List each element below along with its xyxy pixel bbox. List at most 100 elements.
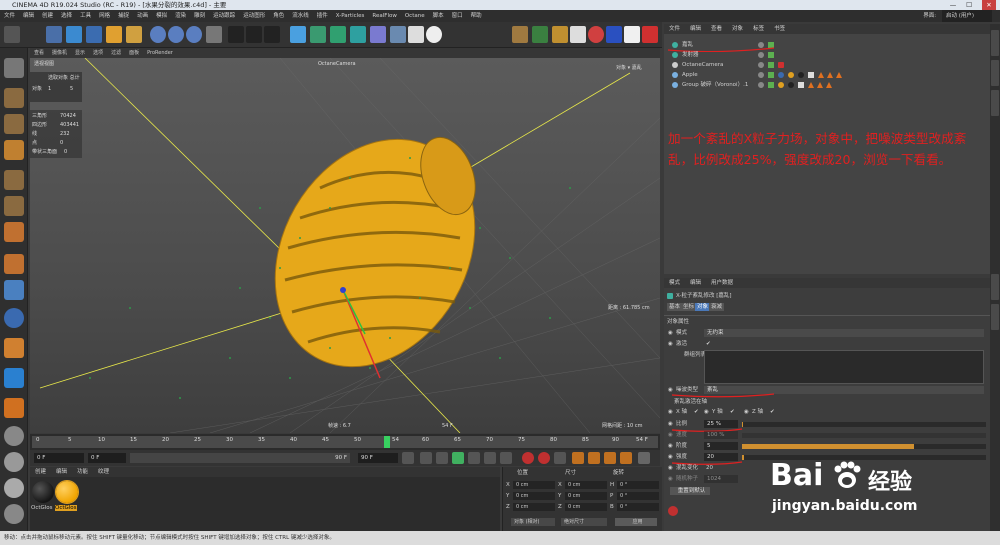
viewport-menu-item[interactable]: 查看: [30, 48, 48, 58]
menu-item[interactable]: 脚本: [429, 10, 448, 22]
param-radio-icon[interactable]: ◉: [668, 329, 673, 337]
viewport-icon[interactable]: [624, 26, 640, 43]
cloner-icon[interactable]: [350, 26, 366, 43]
menu-item[interactable]: 插件: [313, 10, 332, 22]
record-key-icon[interactable]: [522, 452, 534, 464]
pen-icon[interactable]: [310, 26, 326, 43]
param-radio-icon[interactable]: ◉: [668, 442, 673, 450]
menu-item[interactable]: 帮助: [467, 10, 486, 22]
workplane-icon[interactable]: [4, 140, 24, 160]
axis-y-checkbox[interactable]: ✔: [730, 408, 735, 416]
checker-tag-icon[interactable]: [798, 82, 804, 88]
tag-icon[interactable]: [778, 72, 784, 78]
param-radio-icon[interactable]: ◉: [668, 340, 673, 348]
record-icon[interactable]: [642, 26, 658, 43]
tab-basic[interactable]: 基本: [667, 303, 683, 311]
cube-icon[interactable]: [290, 26, 306, 43]
param-radio-icon[interactable]: ◉: [668, 475, 673, 483]
scale-icon[interactable]: [86, 26, 102, 43]
make-editable-icon[interactable]: [4, 58, 24, 78]
material-menu-item[interactable]: 纹理: [93, 467, 114, 477]
viewport-menu-item[interactable]: 面板: [125, 48, 143, 58]
object-menu-item[interactable]: 对象: [727, 24, 748, 34]
solo-icon[interactable]: [4, 398, 24, 418]
menu-item[interactable]: 运动图形: [239, 10, 269, 22]
menu-item[interactable]: 渲染: [171, 10, 190, 22]
param-radio-icon[interactable]: ◉: [668, 431, 673, 439]
object-menu-item[interactable]: 标签: [748, 24, 769, 34]
apply-button[interactable]: 应用: [615, 518, 657, 526]
param-key-icon[interactable]: [620, 452, 632, 464]
pos-x-field[interactable]: 0 cm: [513, 481, 555, 489]
viewport[interactable]: 透视视图 OctaneCamera 对象 ▾ 嘉乱 选取对象 总计 对象 1 5…: [30, 58, 660, 433]
sphere-icon[interactable]: [4, 504, 24, 524]
timeline-menu-icon[interactable]: [638, 452, 650, 464]
z-axis-icon[interactable]: [186, 26, 202, 43]
pos-y-field[interactable]: 0 cm: [513, 492, 555, 500]
selection-tag-icon[interactable]: [826, 82, 832, 88]
object-row[interactable]: Group 破碎（Voronoi）.1: [666, 80, 988, 90]
material-tag-icon[interactable]: [778, 82, 784, 88]
current-frame-field[interactable]: 0 F: [88, 453, 126, 463]
key-selection-icon[interactable]: [554, 452, 566, 464]
texture-mode-icon[interactable]: [4, 114, 24, 134]
menu-item[interactable]: 工具: [76, 10, 95, 22]
attribute-menu-item[interactable]: 用户数据: [706, 278, 738, 288]
camera-icon[interactable]: [408, 26, 424, 43]
rot-key-icon[interactable]: [604, 452, 616, 464]
dock-tab[interactable]: [991, 304, 999, 330]
next-key-icon[interactable]: [484, 452, 496, 464]
end-frame-slider[interactable]: 90 F: [130, 453, 350, 463]
viewport-menu-item[interactable]: 摄像机: [48, 48, 71, 58]
material-tag-icon[interactable]: [788, 72, 794, 78]
sphere-icon[interactable]: [4, 426, 24, 446]
octane-icon[interactable]: [570, 26, 586, 43]
minimize-icon[interactable]: —: [946, 0, 960, 10]
menu-item[interactable]: 选择: [57, 10, 76, 22]
model-mode-icon[interactable]: [4, 88, 24, 108]
record-icon[interactable]: [668, 506, 678, 516]
size-mode-dropdown[interactable]: 绝对尺寸: [561, 518, 607, 526]
scale-slider[interactable]: [742, 422, 986, 427]
timeline[interactable]: 0 5 10 15 20 25 30 35 40 45 50 54 60 65 …: [30, 434, 660, 450]
attribute-menu-item[interactable]: 编辑: [685, 278, 706, 288]
plugin-icon[interactable]: [552, 26, 568, 43]
object-row[interactable]: Apple: [666, 70, 988, 80]
snap-icon[interactable]: [4, 308, 24, 328]
viewport-menu-item[interactable]: 显示: [71, 48, 89, 58]
param-radio-icon[interactable]: ◉: [744, 408, 749, 416]
render-picture-icon[interactable]: [246, 26, 262, 43]
points-mode-icon[interactable]: [4, 170, 24, 190]
viewport-top-right[interactable]: 对象 ▾ 嘉乱: [616, 64, 642, 72]
axis-x-checkbox[interactable]: ✔: [694, 408, 699, 416]
x-axis-icon[interactable]: [150, 26, 166, 43]
menu-item[interactable]: 文件: [0, 10, 19, 22]
axis-mode-icon[interactable]: [4, 254, 24, 274]
visibility-icon[interactable]: [758, 72, 764, 78]
coord-system-icon[interactable]: [206, 26, 222, 43]
seed-field[interactable]: 1024: [704, 475, 738, 483]
object-menu-item[interactable]: 编辑: [685, 24, 706, 34]
viewport-menu-item[interactable]: ProRender: [143, 48, 177, 58]
reset-default-button[interactable]: 重置到默认: [670, 487, 710, 495]
scale-key-icon[interactable]: [588, 452, 600, 464]
menu-item[interactable]: Octane: [401, 10, 429, 22]
enabled-check-icon[interactable]: [768, 52, 774, 58]
param-radio-icon[interactable]: ◉: [704, 408, 709, 416]
selection-tag-icon[interactable]: [827, 72, 833, 78]
octaves-field[interactable]: 5: [704, 442, 738, 450]
enabled-check-icon[interactable]: [768, 82, 774, 88]
material-menu-item[interactable]: 创建: [30, 467, 51, 477]
menu-item[interactable]: 雕刻: [190, 10, 209, 22]
move-icon[interactable]: [66, 26, 82, 43]
playhead[interactable]: [384, 436, 390, 448]
subdivision-icon[interactable]: [330, 26, 346, 43]
selection-tag-icon[interactable]: [817, 82, 823, 88]
material-ball[interactable]: [32, 481, 54, 503]
render-view-icon[interactable]: [228, 26, 244, 43]
object-row[interactable]: OctaneCamera: [666, 60, 988, 70]
group-list-box[interactable]: [704, 350, 984, 384]
octaves-slider[interactable]: [742, 444, 986, 449]
transform-icon[interactable]: [126, 26, 142, 43]
menu-item[interactable]: 窗口: [448, 10, 467, 22]
